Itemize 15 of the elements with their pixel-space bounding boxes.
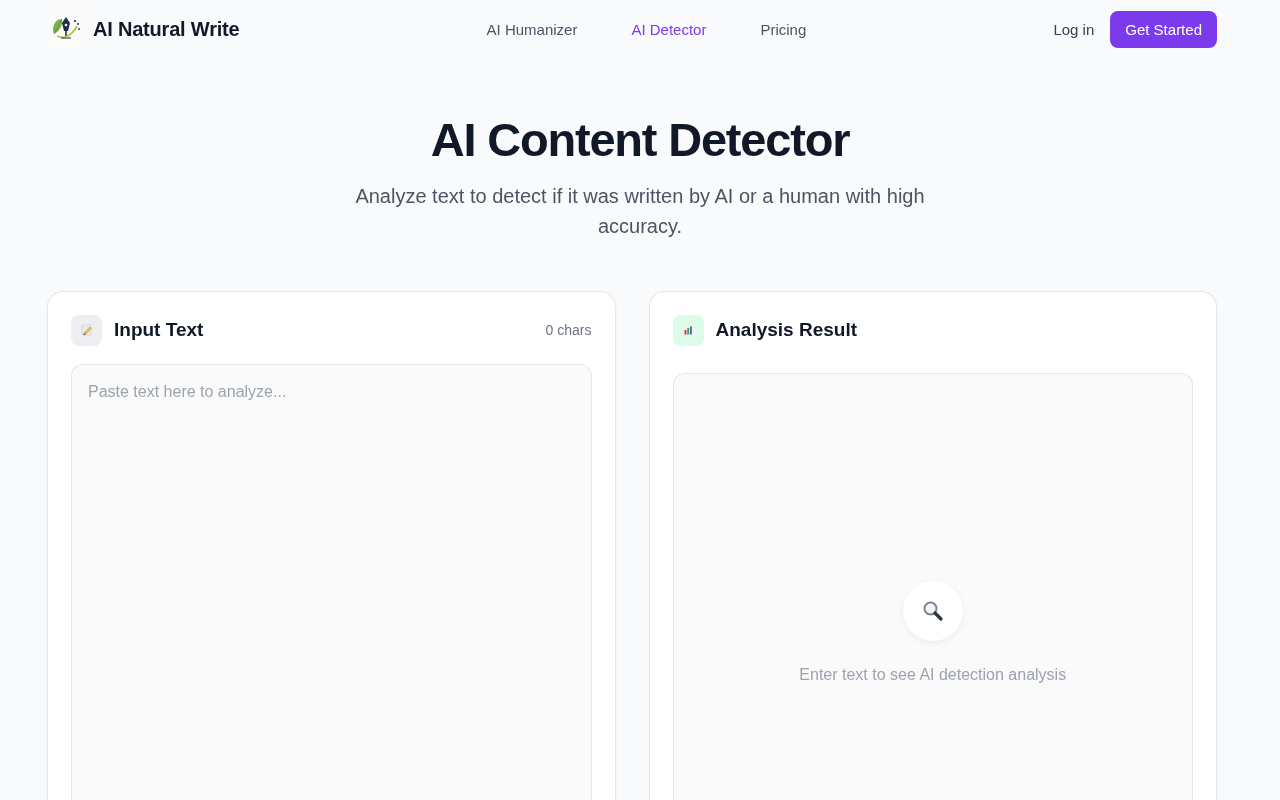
memo-pencil-icon: [71, 314, 102, 346]
page-subtitle: Analyze text to detect if it was written by AI or a human with high accuracy.: [354, 184, 926, 239]
brand-name: AI Natural Write: [93, 17, 240, 41]
empty-state-message: Enter text to see AI detection analysis: [799, 665, 1067, 685]
get-started-button[interactable]: Get Started: [1110, 10, 1217, 48]
bar-chart-icon: [672, 314, 704, 346]
page-title: AI Content Detector: [430, 112, 850, 168]
card-title: Input Text: [114, 319, 204, 341]
nav-link[interactable]: AI Humanizer: [486, 20, 578, 38]
card-title: Analysis Result: [715, 319, 857, 341]
text-input-field[interactable]: Paste text here to analyze...: [71, 364, 592, 800]
nav-link[interactable]: Pricing: [760, 20, 807, 38]
char-count: 0 chars: [545, 322, 592, 338]
nav-link[interactable]: AI Detector: [631, 20, 707, 38]
login-link[interactable]: Log in: [1053, 20, 1095, 38]
